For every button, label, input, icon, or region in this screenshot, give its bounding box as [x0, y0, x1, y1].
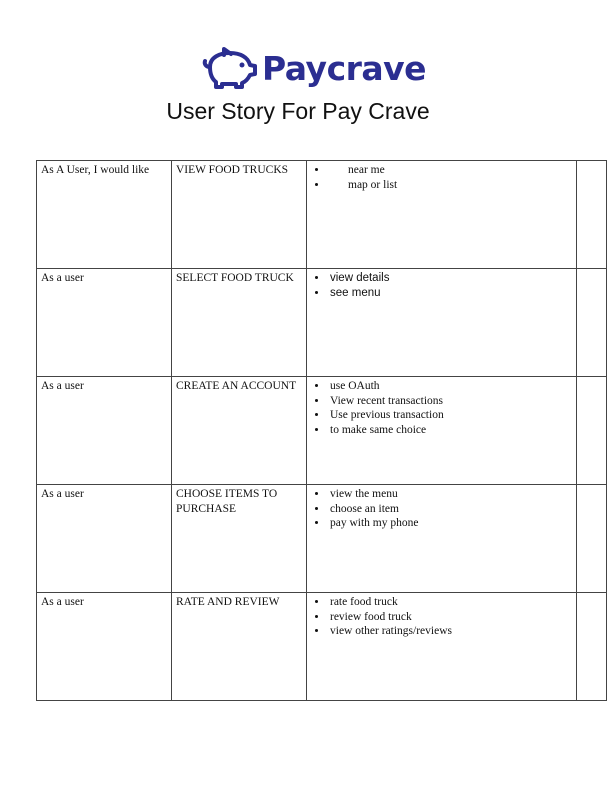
- story-action: CREATE AN ACCOUNT: [171, 376, 307, 485]
- list-item: see menu: [328, 286, 572, 301]
- list-item: view other ratings/reviews: [328, 624, 572, 639]
- document-title: User Story For Pay Crave: [166, 98, 430, 124]
- list-item: review food truck: [328, 610, 572, 625]
- story-role: As a user: [36, 592, 172, 701]
- list-item: use OAuth: [328, 379, 572, 394]
- story-action: SELECT FOOD TRUCK: [171, 268, 307, 377]
- story-extra: [576, 160, 607, 269]
- story-role: As a user: [36, 268, 172, 377]
- list-item: choose an item: [328, 502, 572, 517]
- list-item: View recent transactions: [328, 394, 572, 409]
- story-action: VIEW FOOD TRUCKS: [171, 160, 307, 269]
- piggy-bank-icon: [202, 47, 257, 89]
- story-role: As A User, I would like: [36, 160, 172, 269]
- story-role: As a user: [36, 484, 172, 593]
- table-row: As a user RATE AND REVIEW rate food truc…: [36, 592, 607, 701]
- list-item: rate food truck: [328, 595, 572, 610]
- story-action: RATE AND REVIEW: [171, 592, 307, 701]
- list-item: pay with my phone: [328, 516, 572, 531]
- list-item: Use previous transaction: [328, 408, 572, 423]
- brand-name: Paycrave: [262, 48, 427, 88]
- table-row: As A User, I would like VIEW FOOD TRUCKS…: [36, 160, 607, 269]
- story-extra: [576, 376, 607, 485]
- user-story-table: As A User, I would like VIEW FOOD TRUCKS…: [36, 160, 607, 701]
- table-row: As a user SELECT FOOD TRUCK view details…: [36, 268, 607, 377]
- story-role: As a user: [36, 376, 172, 485]
- story-action: CHOOSE ITEMS TO PURCHASE: [171, 484, 307, 593]
- list-item: view the menu: [328, 487, 572, 502]
- list-item: map or list: [328, 178, 572, 193]
- story-details: view the menu choose an item pay with my…: [306, 484, 577, 593]
- story-details: view details see menu: [306, 268, 577, 377]
- brand-logo: Paycrave: [200, 44, 427, 92]
- story-details: rate food truck review food truck view o…: [306, 592, 577, 701]
- story-details: near me map or list: [306, 160, 577, 269]
- story-details: use OAuth View recent transactions Use p…: [306, 376, 577, 485]
- story-extra: [576, 484, 607, 593]
- list-item: near me: [328, 163, 572, 178]
- table-row: As a user CREATE AN ACCOUNT use OAuth Vi…: [36, 376, 607, 485]
- story-extra: [576, 592, 607, 701]
- list-item: view details: [328, 271, 572, 286]
- story-extra: [576, 268, 607, 377]
- list-item: to make same choice: [328, 423, 572, 438]
- table-row: As a user CHOOSE ITEMS TO PURCHASE view …: [36, 484, 607, 593]
